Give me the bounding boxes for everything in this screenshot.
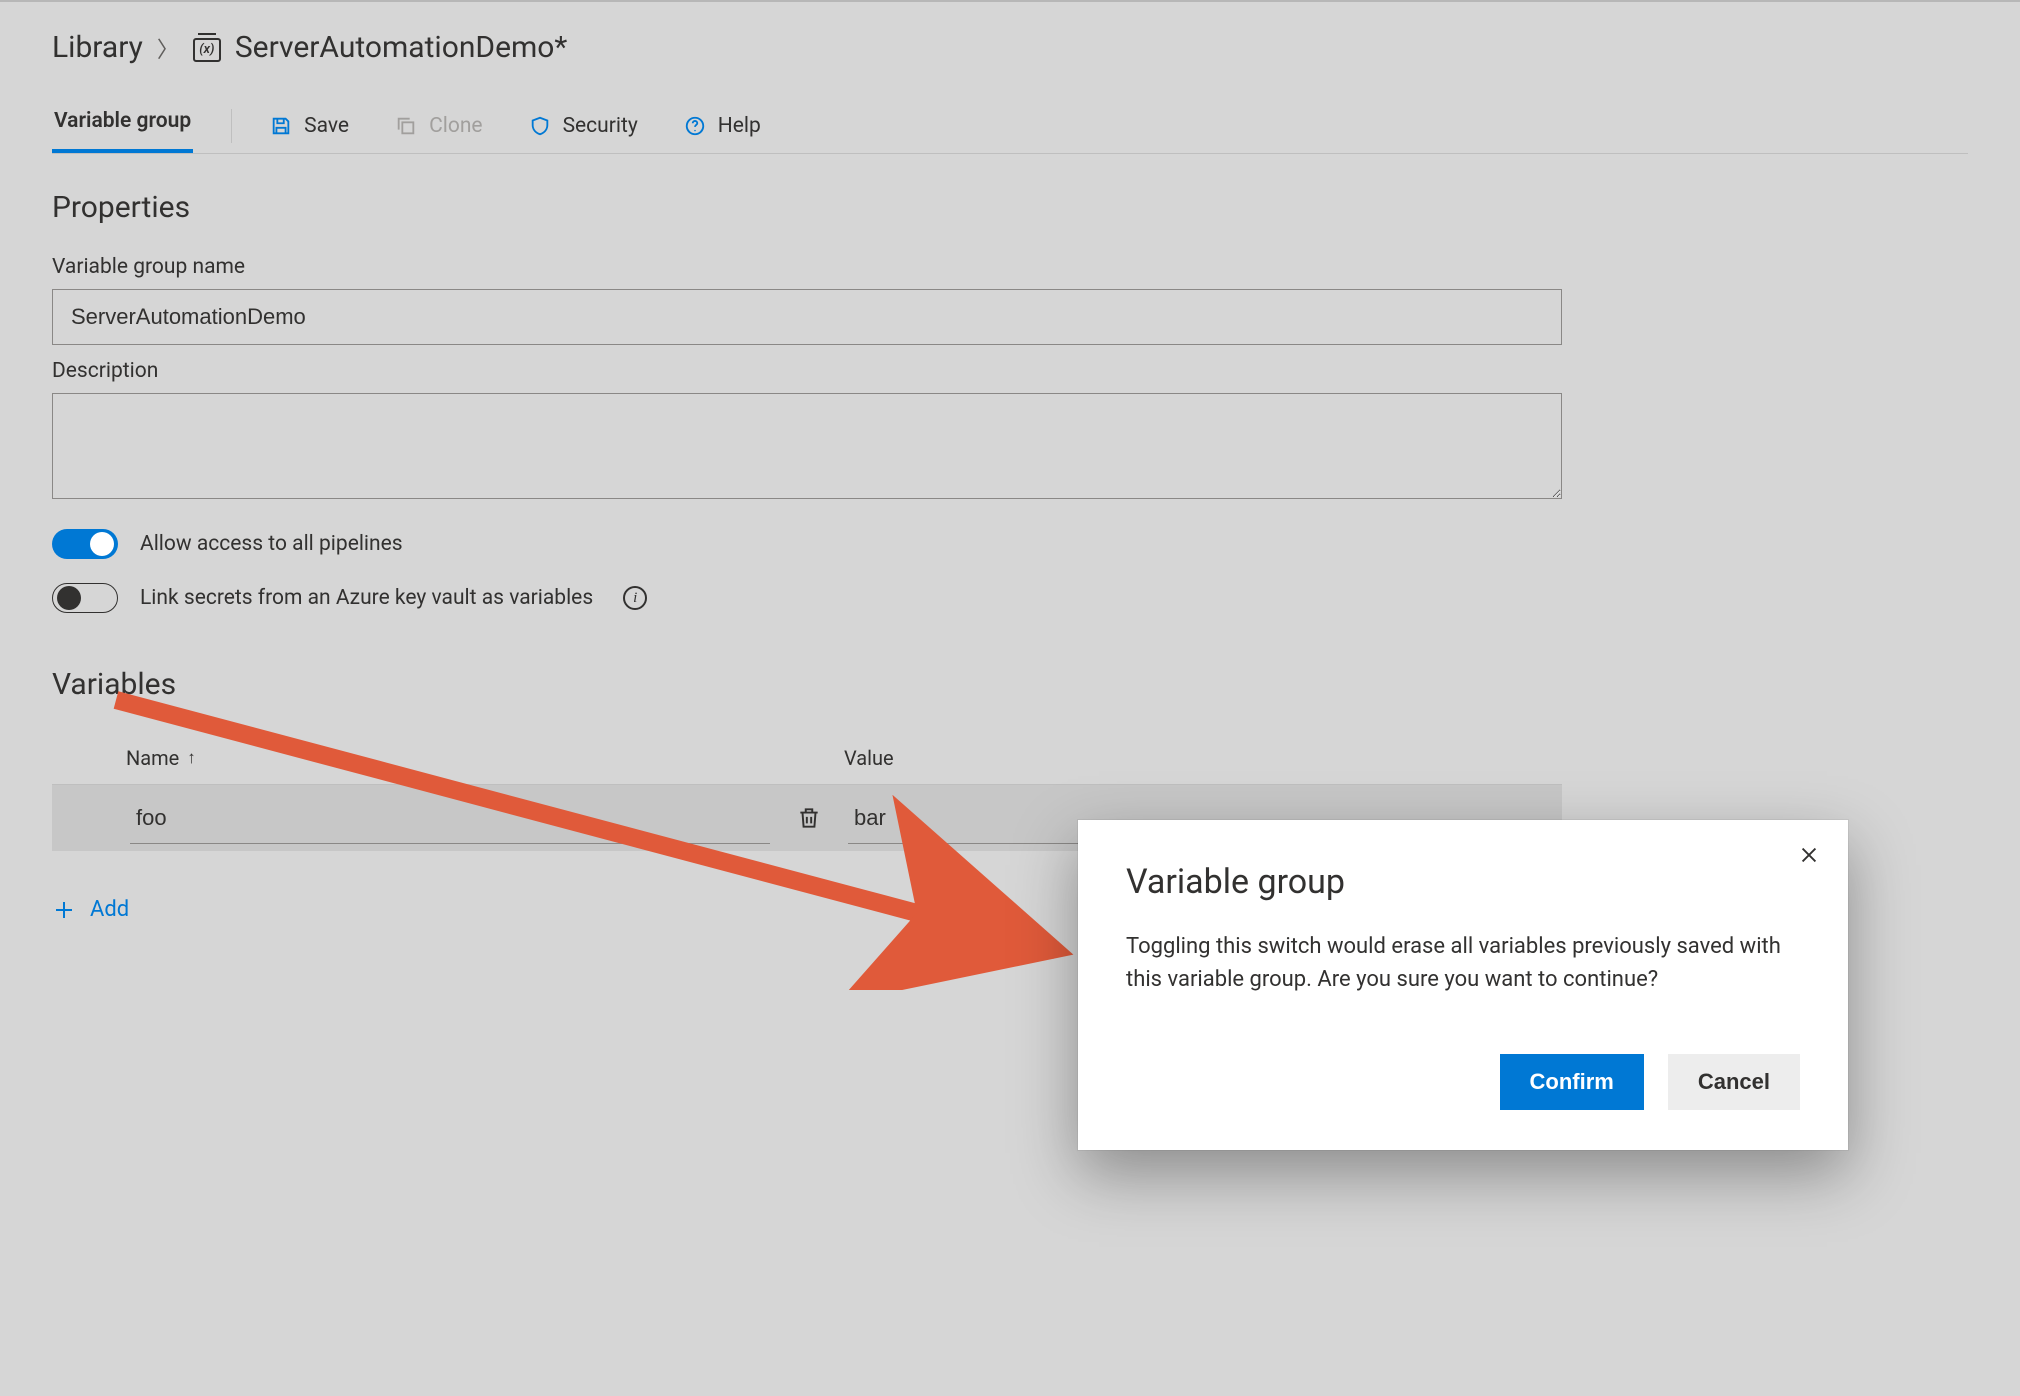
chevron-right-icon: 〉	[157, 32, 179, 64]
column-value-label: Value	[844, 746, 894, 770]
clone-label: Clone	[429, 114, 482, 138]
description-label: Description	[52, 359, 1562, 383]
security-label: Security	[563, 114, 638, 138]
link-keyvault-toggle[interactable]	[52, 583, 118, 613]
column-value[interactable]: Value	[844, 746, 1492, 770]
column-name-label: Name	[126, 746, 179, 770]
add-variable-button[interactable]: Add	[52, 897, 129, 922]
save-icon	[270, 115, 292, 137]
sort-asc-icon: ↑	[187, 748, 196, 768]
variable-group-icon: (x)	[193, 38, 221, 62]
cancel-button[interactable]: Cancel	[1668, 1054, 1800, 1110]
clone-icon	[395, 115, 417, 137]
breadcrumb: Library 〉 (x) ServerAutomationDemo*	[52, 30, 1968, 65]
toolbar: Variable group Save Clone	[52, 99, 1968, 154]
clone-button: Clone	[385, 106, 492, 146]
vg-name-label: Variable group name	[52, 255, 1562, 279]
breadcrumb-title: ServerAutomationDemo*	[235, 30, 568, 65]
var-name-input[interactable]	[130, 792, 770, 844]
delete-variable-button[interactable]	[774, 805, 844, 831]
info-icon[interactable]: i	[623, 586, 647, 610]
save-button[interactable]: Save	[260, 106, 359, 146]
add-label: Add	[90, 897, 129, 922]
dialog-title: Variable group	[1126, 862, 1800, 902]
dialog-body: Toggling this switch would erase all var…	[1126, 930, 1800, 996]
link-keyvault-label: Link secrets from an Azure key vault as …	[140, 586, 593, 610]
save-label: Save	[304, 114, 349, 138]
description-textarea[interactable]	[52, 393, 1562, 499]
variables-header-row: Name ↑ Value	[52, 732, 1562, 785]
shield-icon	[529, 115, 551, 137]
security-button[interactable]: Security	[519, 106, 648, 146]
toolbar-divider	[231, 109, 232, 143]
plus-icon	[52, 898, 76, 922]
variables-heading: Variables	[52, 667, 1968, 702]
vg-name-input[interactable]	[52, 289, 1562, 345]
tab-variable-group[interactable]: Variable group	[52, 99, 193, 153]
confirm-button[interactable]: Confirm	[1500, 1054, 1644, 1110]
breadcrumb-library-link[interactable]: Library	[52, 30, 143, 65]
help-icon	[684, 115, 706, 137]
help-button[interactable]: Help	[674, 106, 771, 146]
allow-access-toggle[interactable]	[52, 529, 118, 559]
column-name[interactable]: Name ↑	[126, 746, 774, 770]
properties-heading: Properties	[52, 190, 1968, 225]
allow-access-label: Allow access to all pipelines	[140, 532, 403, 556]
help-label: Help	[718, 114, 761, 138]
confirm-dialog: Variable group Toggling this switch woul…	[1078, 820, 1848, 1150]
close-button[interactable]	[1794, 840, 1824, 870]
